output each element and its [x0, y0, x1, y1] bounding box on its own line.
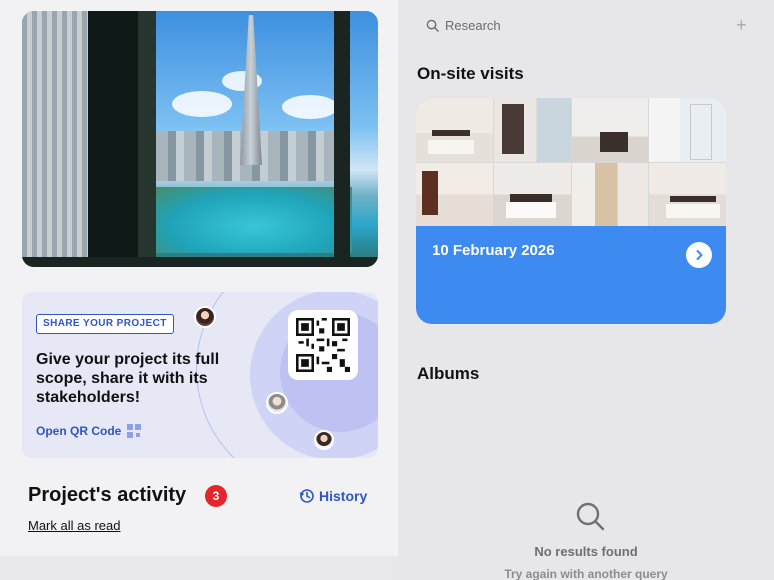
- photo-window-frame: [88, 11, 138, 267]
- history-label: History: [319, 488, 368, 504]
- stakeholder-avatar: [194, 306, 216, 328]
- search-icon: [426, 19, 439, 32]
- visit-photo: [416, 98, 493, 162]
- qr-code-icon: [296, 318, 350, 372]
- open-qr-code-link[interactable]: Open QR Code: [36, 424, 142, 438]
- photo-cloud: [172, 91, 232, 117]
- onsite-visits-title: On-site visits: [417, 64, 524, 83]
- activity-title: Project's activity: [28, 484, 187, 506]
- albums-title: Albums: [417, 364, 480, 383]
- empty-state-subtitle: Try again with another query: [504, 567, 668, 580]
- visit-photo: [649, 162, 726, 226]
- visit-photo: [571, 98, 649, 162]
- photo-building: [22, 11, 88, 267]
- mark-all-read-link[interactable]: Mark all as read: [28, 518, 120, 533]
- search-icon: [576, 502, 605, 531]
- activity-count-badge: 3: [205, 485, 227, 507]
- photo-cloud: [282, 95, 338, 119]
- visit-date: 10 February 2026: [432, 242, 555, 259]
- search-field[interactable]: Research: [426, 18, 501, 33]
- share-badge: SHARE YOUR PROJECT: [36, 314, 174, 334]
- photo-window-frame: [138, 11, 156, 267]
- search-placeholder: Research: [445, 18, 501, 33]
- plus-icon[interactable]: +: [736, 16, 747, 34]
- stakeholder-avatar: [314, 430, 334, 450]
- history-button[interactable]: History: [299, 488, 367, 504]
- visit-photo: [571, 162, 649, 226]
- share-description: Give your project its full scope, share …: [36, 351, 220, 406]
- empty-state-title: No results found: [534, 544, 638, 559]
- qr-code-icon: [127, 424, 142, 438]
- share-project-card[interactable]: SHARE YOUR PROJECT Give your project its…: [22, 292, 378, 458]
- open-qr-label: Open QR Code: [36, 424, 122, 438]
- visit-photo: [649, 98, 726, 162]
- visit-photo-grid: [416, 98, 726, 226]
- site-visit-card[interactable]: 10 February 2026: [416, 98, 726, 324]
- project-cover-photo[interactable]: [22, 11, 378, 267]
- stakeholder-avatar: [266, 392, 288, 414]
- visit-photo: [416, 162, 493, 226]
- left-footer: [0, 556, 398, 580]
- photo-window-frame: [334, 11, 350, 267]
- qr-code[interactable]: [288, 310, 358, 380]
- photo-window-frame: [22, 257, 378, 267]
- chevron-right-icon[interactable]: [686, 242, 712, 268]
- photo-water: [156, 187, 352, 253]
- visit-photo: [493, 98, 571, 162]
- visit-photo: [493, 162, 571, 226]
- history-icon: [299, 489, 314, 503]
